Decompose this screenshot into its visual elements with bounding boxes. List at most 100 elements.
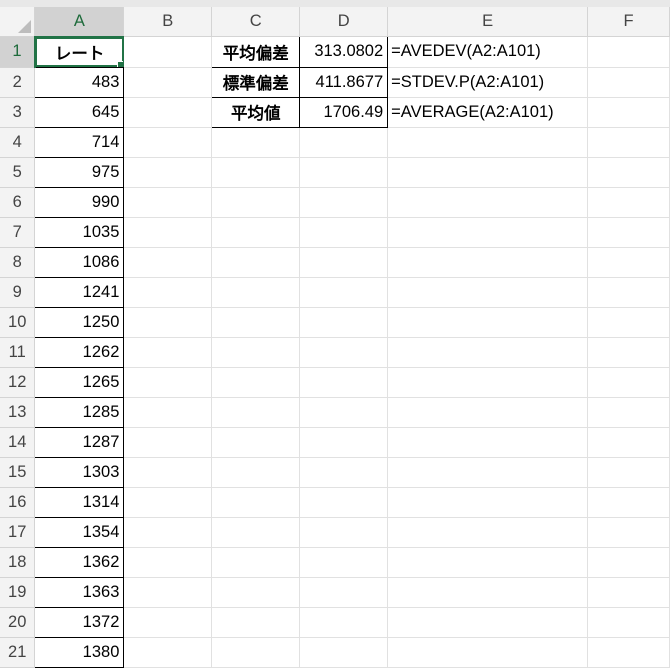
cell-a-value[interactable]: 1303 <box>34 457 125 488</box>
row-header[interactable]: 2 <box>0 67 36 98</box>
cell-f[interactable] <box>587 217 670 248</box>
cell-e-formula[interactable]: =AVERAGE(A2:A101) <box>387 97 589 128</box>
cell-d[interactable] <box>299 577 389 608</box>
cell-f[interactable] <box>587 427 670 458</box>
cell-f[interactable] <box>587 637 670 668</box>
row-header[interactable]: 18 <box>0 547 36 578</box>
row-header[interactable]: 14 <box>0 427 36 458</box>
cell-c[interactable] <box>211 157 301 188</box>
row-header[interactable]: 7 <box>0 217 36 248</box>
cell-d[interactable] <box>299 217 389 248</box>
cell-f[interactable] <box>587 517 670 548</box>
cell-c[interactable] <box>211 277 301 308</box>
cell-a-value[interactable]: 1035 <box>34 217 125 248</box>
cell-b[interactable] <box>123 307 213 338</box>
cell-f[interactable] <box>587 187 670 218</box>
cell-b[interactable] <box>123 487 213 518</box>
cell-d[interactable] <box>299 397 389 428</box>
cell-d[interactable] <box>299 607 389 638</box>
cell-a-value[interactable]: 1380 <box>34 637 125 668</box>
cell-c[interactable] <box>211 337 301 368</box>
cell-b[interactable] <box>123 187 213 218</box>
cell-d-stat-value[interactable]: 313.0802 <box>299 36 389 68</box>
cell-b[interactable] <box>123 427 213 458</box>
cell-e[interactable] <box>387 277 589 308</box>
cell-b[interactable] <box>123 367 213 398</box>
cell-f[interactable] <box>587 36 670 68</box>
cell-a-value[interactable]: 1287 <box>34 427 125 458</box>
cell-b[interactable] <box>123 547 213 578</box>
cell-e[interactable] <box>387 637 589 668</box>
cell-e[interactable] <box>387 397 589 428</box>
row-header[interactable]: 4 <box>0 127 36 158</box>
cell-a-value[interactable]: 1285 <box>34 397 125 428</box>
cell-c[interactable] <box>211 217 301 248</box>
cell-f[interactable] <box>587 577 670 608</box>
cell-a-value[interactable]: 975 <box>34 157 125 188</box>
cell-f[interactable] <box>587 307 670 338</box>
cell-d[interactable] <box>299 187 389 218</box>
cell-a-value[interactable]: 1086 <box>34 247 125 278</box>
cell-b[interactable] <box>123 67 213 98</box>
row-header[interactable]: 10 <box>0 307 36 338</box>
select-all-corner[interactable] <box>0 7 36 37</box>
cell-d[interactable] <box>299 637 389 668</box>
cell-b[interactable] <box>123 457 213 488</box>
cell-d[interactable] <box>299 517 389 548</box>
cell-d[interactable] <box>299 127 389 158</box>
cell-f[interactable] <box>587 157 670 188</box>
cell-c[interactable] <box>211 547 301 578</box>
cell-b[interactable] <box>123 577 213 608</box>
row-header[interactable]: 20 <box>0 607 36 638</box>
cell-f[interactable] <box>587 457 670 488</box>
row-header[interactable]: 6 <box>0 187 36 218</box>
cell-c[interactable] <box>211 187 301 218</box>
cell-e[interactable] <box>387 367 589 398</box>
cell-e-formula[interactable]: =AVEDEV(A2:A101) <box>387 36 589 68</box>
cell-f[interactable] <box>587 127 670 158</box>
row-header[interactable]: 1 <box>0 36 36 68</box>
row-header[interactable]: 5 <box>0 157 36 188</box>
cell-f[interactable] <box>587 397 670 428</box>
cell-f[interactable] <box>587 607 670 638</box>
cell-e[interactable] <box>387 217 589 248</box>
cell-e[interactable] <box>387 337 589 368</box>
cell-c[interactable] <box>211 127 301 158</box>
cell-d[interactable] <box>299 277 389 308</box>
cell-b[interactable] <box>123 157 213 188</box>
row-header[interactable]: 21 <box>0 637 36 668</box>
cell-a-value[interactable]: 1363 <box>34 577 125 608</box>
cell-e[interactable] <box>387 487 589 518</box>
cell-c-stat-label[interactable]: 標準偏差 <box>211 67 301 98</box>
cell-f[interactable] <box>587 277 670 308</box>
cell-e[interactable] <box>387 187 589 218</box>
cell-c[interactable] <box>211 397 301 428</box>
cell-f[interactable] <box>587 367 670 398</box>
cell-e[interactable] <box>387 307 589 338</box>
cell-e[interactable] <box>387 607 589 638</box>
cell-a-value[interactable]: 1241 <box>34 277 125 308</box>
cell-e[interactable] <box>387 247 589 278</box>
cell-c-stat-label[interactable]: 平均値 <box>211 97 301 128</box>
cell-a-value[interactable]: 1262 <box>34 337 125 368</box>
row-header[interactable]: 17 <box>0 517 36 548</box>
cell-e[interactable] <box>387 457 589 488</box>
cell-d[interactable] <box>299 457 389 488</box>
row-header[interactable]: 3 <box>0 97 36 128</box>
column-header-e[interactable]: E <box>387 7 589 37</box>
cell-f[interactable] <box>587 97 670 128</box>
cell-a-header[interactable]: レート <box>34 36 125 68</box>
cell-c[interactable] <box>211 367 301 398</box>
column-header-d[interactable]: D <box>299 7 389 37</box>
cell-c-stat-label[interactable]: 平均偏差 <box>211 36 301 68</box>
cell-b[interactable] <box>123 277 213 308</box>
cell-c[interactable] <box>211 307 301 338</box>
cell-b[interactable] <box>123 127 213 158</box>
cell-f[interactable] <box>587 247 670 278</box>
cell-b[interactable] <box>123 97 213 128</box>
cell-b[interactable] <box>123 337 213 368</box>
row-header[interactable]: 8 <box>0 247 36 278</box>
cell-c[interactable] <box>211 607 301 638</box>
cell-d-stat-value[interactable]: 411.8677 <box>299 67 389 98</box>
cell-c[interactable] <box>211 457 301 488</box>
